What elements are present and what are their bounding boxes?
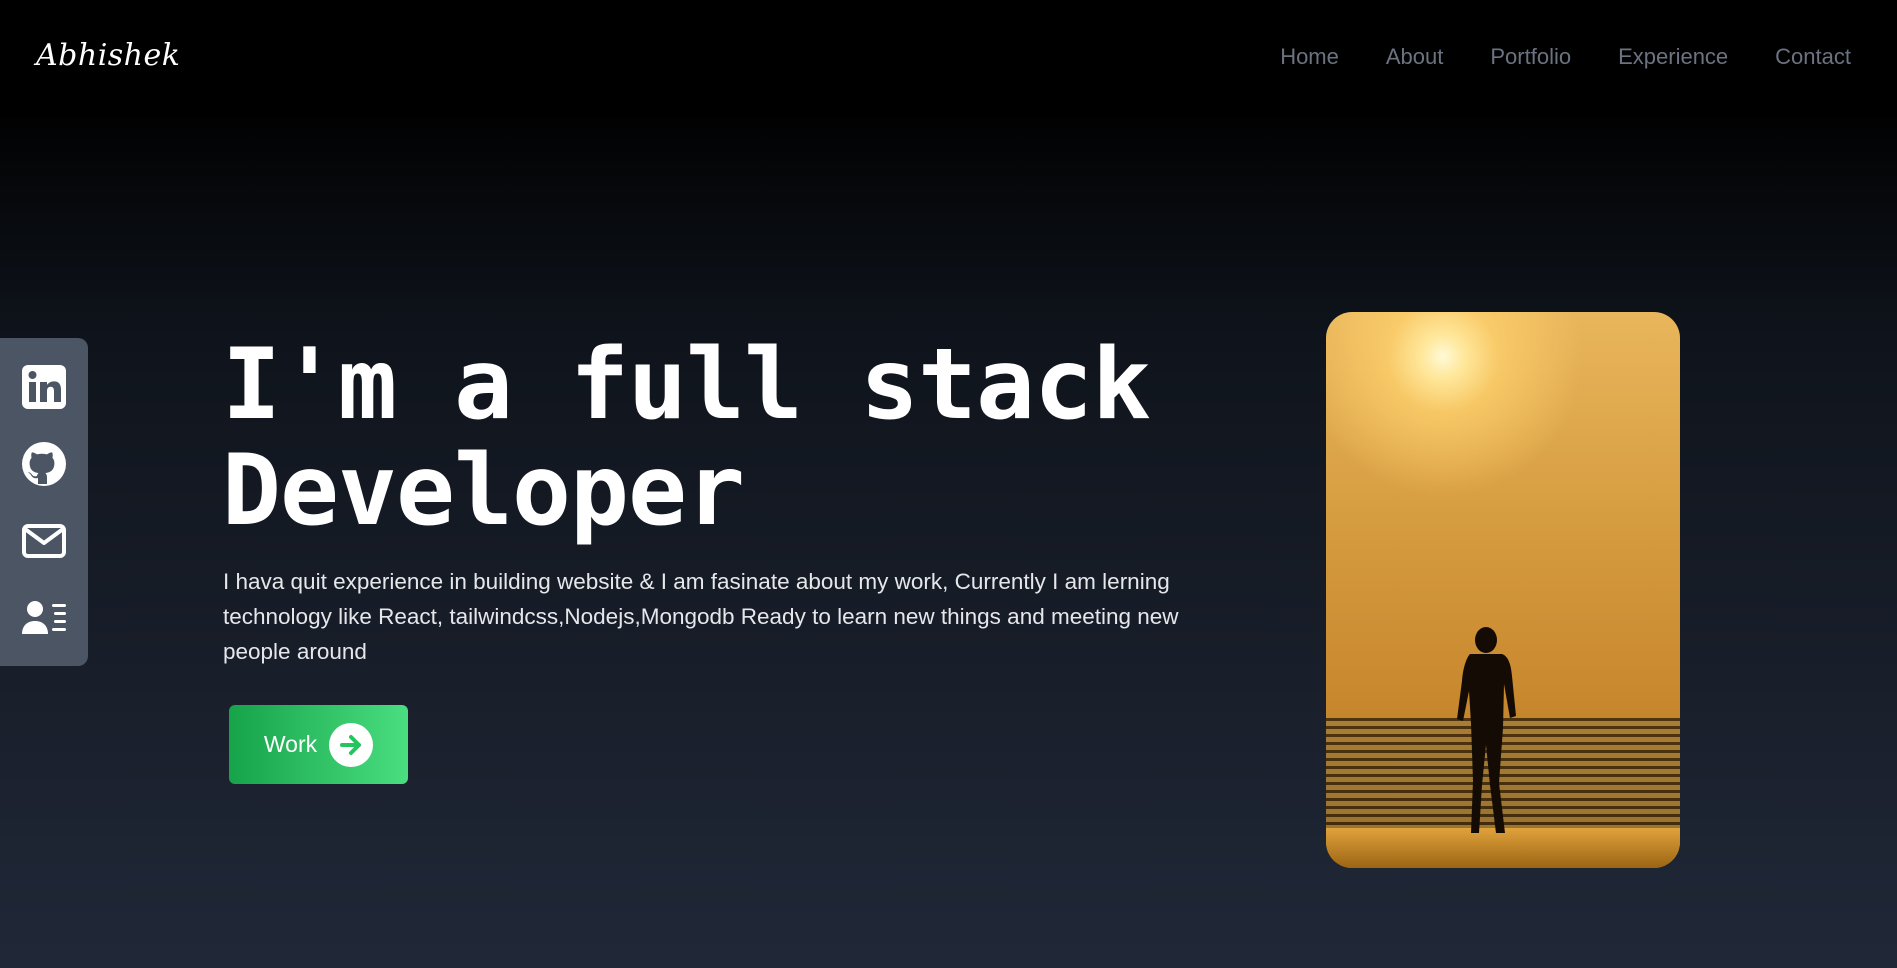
contact-card-icon xyxy=(22,600,66,634)
nav-portfolio[interactable]: Portfolio xyxy=(1490,44,1571,70)
work-button[interactable]: Work xyxy=(229,705,408,784)
headline-line-1: I'm a full stack xyxy=(222,328,1151,442)
work-button-label: Work xyxy=(263,731,318,757)
linkedin-link[interactable] xyxy=(17,360,71,414)
email-link[interactable] xyxy=(17,514,71,568)
resume-link[interactable] xyxy=(17,591,71,645)
arrow-right-icon xyxy=(329,722,374,767)
person-silhouette xyxy=(1457,627,1516,833)
github-icon xyxy=(22,441,66,486)
github-link[interactable] xyxy=(17,437,71,491)
nav-contact[interactable]: Contact xyxy=(1775,44,1851,70)
navbar: Abhishek Home About Portfolio Experience… xyxy=(0,0,1897,118)
nav-home[interactable]: Home xyxy=(1280,44,1339,70)
nav-about[interactable]: About xyxy=(1386,44,1444,70)
linkedin-icon xyxy=(22,364,66,409)
profile-photo xyxy=(1326,312,1680,868)
social-links-bar xyxy=(0,338,88,666)
headline-line-2: Developer xyxy=(222,434,745,548)
mail-icon xyxy=(22,523,66,558)
nav-experience[interactable]: Experience xyxy=(1618,44,1728,70)
hero-headline: I'm a full stack Developer xyxy=(222,328,1151,548)
brand-logo[interactable]: Abhishek xyxy=(36,38,180,73)
main-nav: Home About Portfolio Experience Contact xyxy=(1280,44,1851,70)
hero-intro: I hava quit experience in building websi… xyxy=(223,569,1179,664)
